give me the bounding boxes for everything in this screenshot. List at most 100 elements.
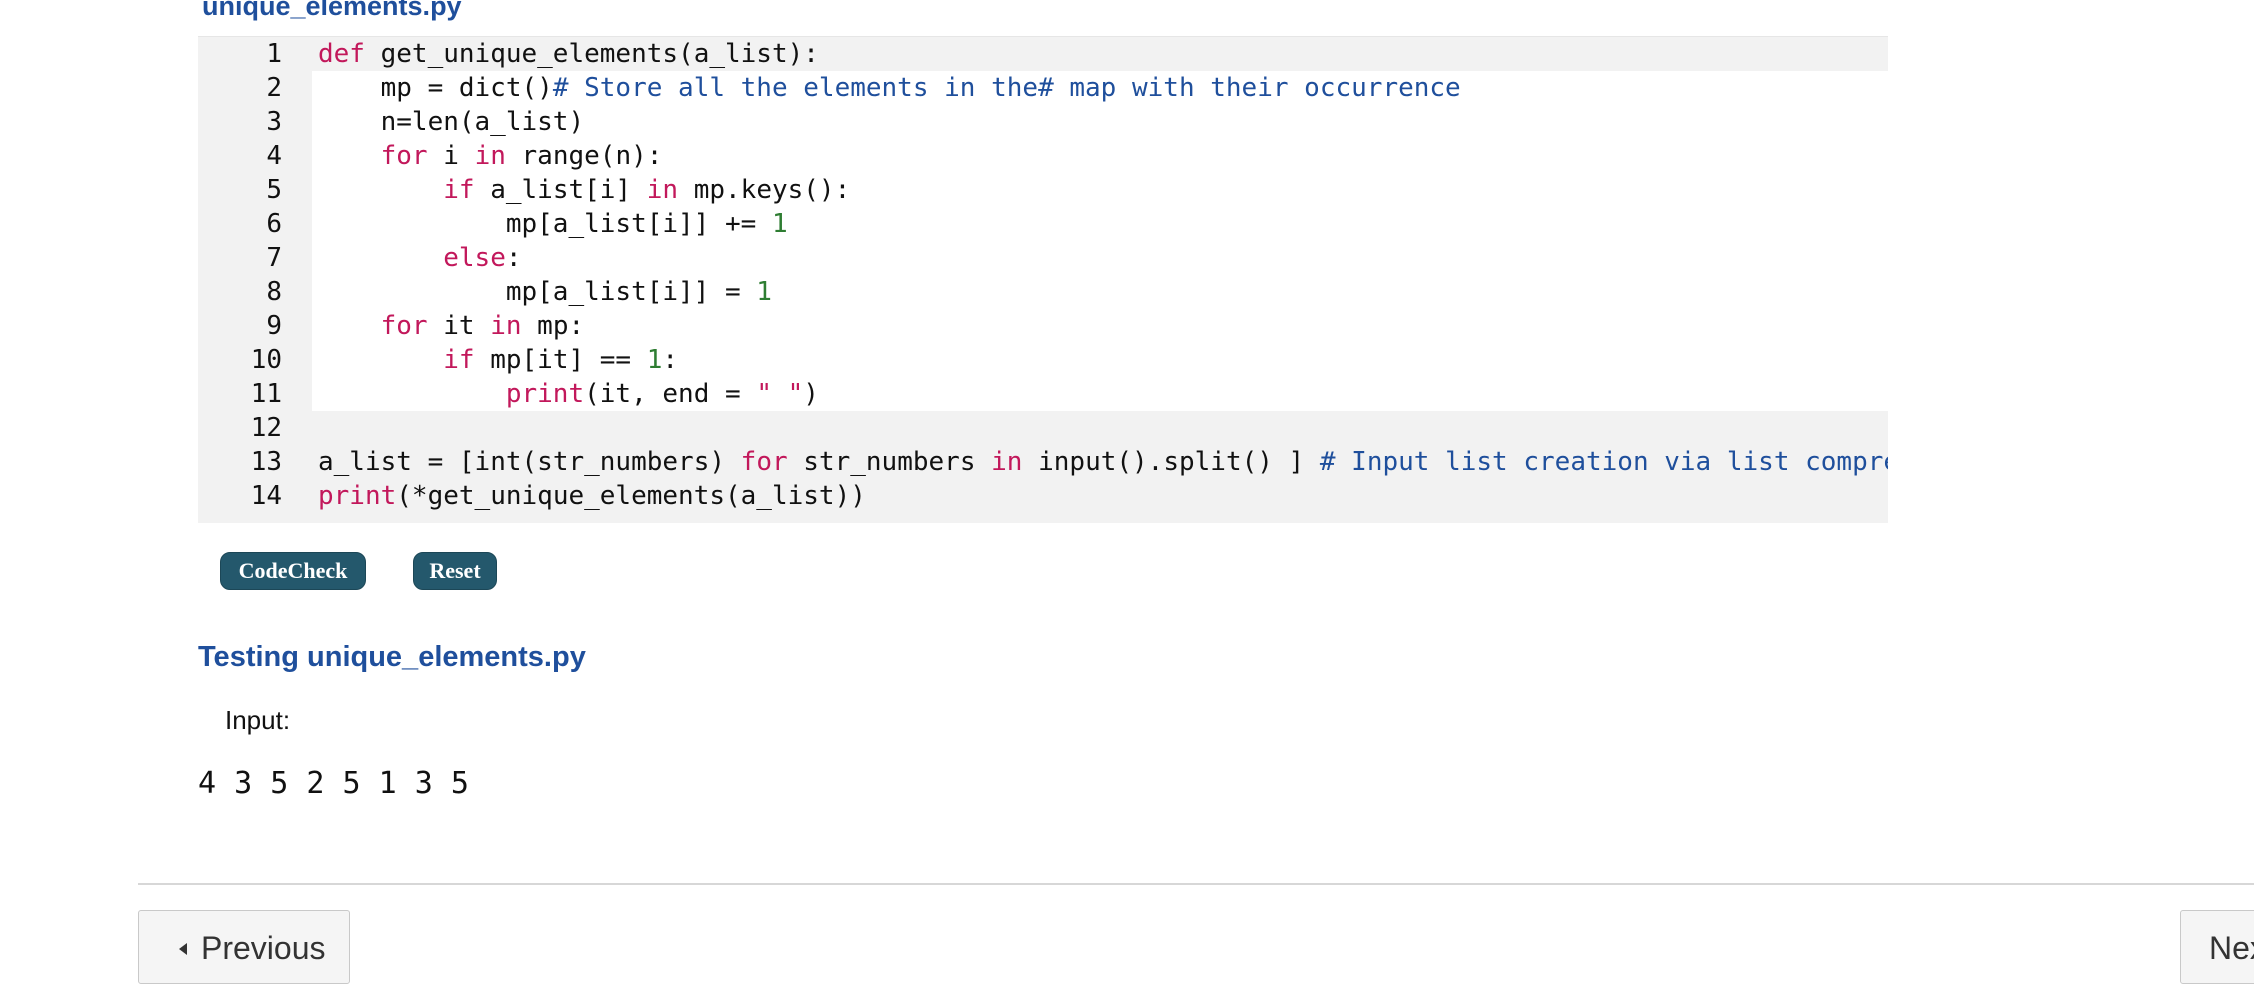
code-token: :: [662, 345, 679, 375]
code-token: a_list[i]: [474, 175, 647, 205]
code-editor[interactable]: 1 def get_unique_elements(a_list): 2 mp = …: [198, 36, 1888, 523]
code-token: def: [318, 39, 365, 69]
code-token: mp[a_list[i]] =: [318, 277, 757, 307]
code-token: # Store all the elements in the# map wit…: [552, 73, 1461, 103]
code-line[interactable]: 10 if mp[it] == 1:: [198, 343, 1888, 377]
line-number: 2: [266, 73, 282, 103]
next-label: Next: [2209, 930, 2254, 966]
code-token: " ": [756, 379, 804, 409]
code-token: str_numbers: [787, 447, 992, 477]
line-number: 5: [266, 175, 282, 205]
line-number: 11: [250, 379, 282, 409]
input-value: 4 3 5 2 5 1 3 5: [198, 766, 469, 801]
code-token: 1: [771, 209, 788, 239]
code-token: for: [380, 311, 428, 341]
code-token: (str_numbers): [521, 447, 741, 477]
code-line[interactable]: 3 n=len(a_list): [198, 105, 1888, 139]
code-text[interactable]: print(*get_unique_elements(a_list)): [312, 479, 1888, 513]
code-text[interactable]: for it in mp:: [312, 309, 1888, 343]
code-token: range(n):: [505, 141, 663, 171]
testing-title: Testing unique_elements.py: [198, 641, 586, 673]
line-number: 4: [266, 141, 282, 171]
code-line[interactable]: 9 for it in mp:: [198, 309, 1888, 343]
code-token: mp:: [521, 311, 585, 341]
code-token: 1: [646, 345, 663, 375]
code-token: in: [474, 141, 506, 171]
code-token: it: [427, 311, 491, 341]
code-line[interactable]: 11 print(it, end = " "): [198, 377, 1888, 411]
line-number: 7: [266, 243, 282, 273]
code-token: in: [991, 447, 1023, 477]
line-number: 13: [250, 447, 282, 477]
code-line[interactable]: 4 for i in range(n):: [198, 139, 1888, 173]
code-line[interactable]: 7 else:: [198, 241, 1888, 275]
previous-label: Previous: [201, 930, 326, 966]
input-label: Input:: [225, 705, 291, 735]
code-token: :: [505, 243, 522, 273]
code-token: mp[a_list[i]] +=: [318, 209, 772, 239]
line-number: 1: [266, 39, 282, 69]
code-line[interactable]: 8 mp[a_list[i]] = 1: [198, 275, 1888, 309]
code-text[interactable]: mp[a_list[i]] = 1: [312, 275, 1888, 309]
code-token: # Input list creation via list comprehen…: [1319, 447, 1888, 477]
code-token: n=len(a_list): [318, 107, 585, 137]
code-token: print: [505, 379, 585, 409]
code-line[interactable]: 6 mp[a_list[i]] += 1: [198, 207, 1888, 241]
code-text[interactable]: mp[a_list[i]] += 1: [312, 207, 1888, 241]
code-text[interactable]: print(it, end = " "): [312, 377, 1888, 411]
code-token: in: [490, 311, 522, 341]
code-token: a_list = [: [318, 447, 475, 477]
line-number: 3: [266, 107, 282, 137]
line-number: 10: [250, 345, 282, 375]
reset-button[interactable]: Reset: [413, 552, 497, 590]
code-token: mp = dict(): [318, 73, 553, 103]
next-button[interactable]: Next: [2180, 910, 2254, 984]
code-token: int: [474, 447, 522, 477]
code-token: for: [380, 141, 428, 171]
page: unique_elements.py 1 def get_unique_eleme…: [0, 0, 2254, 1008]
code-token: i: [427, 141, 475, 171]
code-text[interactable]: for i in range(n):: [312, 139, 1888, 173]
code-line[interactable]: 12: [198, 411, 1888, 445]
line-number: 8: [266, 277, 282, 307]
caret-left-icon: [179, 943, 187, 955]
code-token: print: [318, 481, 397, 511]
line-number: 14: [250, 481, 282, 511]
code-token: mp.keys():: [678, 175, 851, 205]
code-text[interactable]: if mp[it] == 1:: [312, 343, 1888, 377]
codecheck-button[interactable]: CodeCheck: [220, 552, 366, 590]
code-line[interactable]: 1 def get_unique_elements(a_list):: [198, 37, 1888, 71]
code-line[interactable]: 13 a_list = [int(str_numbers) for str_num…: [198, 445, 1888, 479]
code-text[interactable]: if a_list[i] in mp.keys():: [312, 173, 1888, 207]
code-text[interactable]: [312, 411, 1888, 445]
code-token: (it, end =: [584, 379, 757, 409]
code-token: ): [803, 379, 819, 409]
file-title: unique_elements.py: [202, 0, 462, 21]
code-token: for: [740, 447, 788, 477]
code-line[interactable]: 2 mp = dict()# Store all the elements in…: [198, 71, 1888, 105]
line-number: 6: [266, 209, 282, 239]
previous-button[interactable]: Previous: [138, 910, 350, 984]
code-text[interactable]: def get_unique_elements(a_list):: [312, 37, 1888, 71]
code-line[interactable]: 14 print(*get_unique_elements(a_list)): [198, 479, 1888, 513]
code-text[interactable]: else:: [312, 241, 1888, 275]
code-token: else: [443, 243, 506, 273]
code-token: (*get_unique_elements(a_list)): [396, 481, 866, 511]
code-text[interactable]: n=len(a_list): [312, 105, 1888, 139]
line-number: 12: [250, 413, 282, 443]
code-token: 1: [756, 277, 772, 307]
code-line[interactable]: 5 if a_list[i] in mp.keys():: [198, 173, 1888, 207]
code-token: get_unique_elements(a_list):: [364, 39, 819, 69]
code-text[interactable]: a_list = [int(str_numbers) for str_numbe…: [312, 445, 1888, 479]
code-token: if: [443, 175, 475, 205]
divider: [138, 883, 2254, 885]
line-number: 9: [266, 311, 282, 341]
code-token: mp[it] ==: [474, 345, 647, 375]
code-text[interactable]: mp = dict()# Store all the elements in t…: [312, 71, 1888, 105]
